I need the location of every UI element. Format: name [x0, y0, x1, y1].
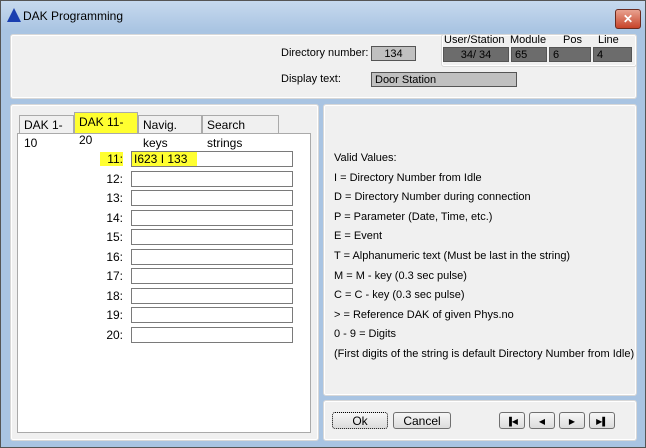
dak-input-16[interactable]: [131, 248, 293, 265]
dak-input-12[interactable]: [131, 170, 293, 187]
dak-row-label: 11:: [100, 152, 123, 166]
line-field: 4: [593, 47, 632, 62]
dak-row-label: 17:: [106, 269, 123, 283]
help-line: E = Event: [334, 230, 383, 243]
dak-row-label: 15:: [106, 230, 123, 244]
user-station-label: User/Station: [444, 34, 505, 46]
tab-search-strings[interactable]: Search strings: [202, 115, 279, 150]
title-bar: DAK Programming: [1, 1, 645, 31]
window-title: DAK Programming: [23, 9, 124, 23]
dak-input-20[interactable]: [131, 326, 293, 343]
dak-input-19[interactable]: [131, 307, 293, 323]
dak-row-label: 16:: [106, 249, 123, 264]
help-line: (First digits of the string is default D…: [334, 348, 635, 360]
help-line: Valid Values:: [334, 152, 397, 164]
help-line: M = M - key (0.3 sec pulse): [334, 269, 467, 282]
cancel-button[interactable]: Cancel: [393, 412, 451, 429]
tab-dak-11-20[interactable]: DAK 11-20: [74, 112, 138, 147]
display-text-field: Door Station: [371, 72, 517, 87]
first-record-button[interactable]: ▐◀: [499, 412, 525, 429]
dak-input-11[interactable]: I623 I 133: [131, 151, 293, 167]
pos-field: 6: [549, 47, 591, 62]
dak-input-15[interactable]: [131, 229, 293, 245]
app-logo-icon: [7, 8, 21, 22]
module-label: Module: [510, 34, 547, 46]
dak-row-label: 12:: [106, 171, 123, 186]
dak-input-14[interactable]: [131, 209, 293, 226]
display-text-label: Display text:: [281, 73, 341, 85]
line-label: Line: [598, 34, 619, 46]
dak-row-label: 18:: [106, 288, 123, 303]
help-line: D = Directory Number during connection: [334, 191, 531, 204]
help-line: 0 - 9 = Digits: [334, 328, 397, 341]
help-line: I = Directory Number from Idle: [334, 171, 482, 184]
dak-input-17[interactable]: [131, 268, 293, 284]
module-field: 65: [511, 47, 547, 62]
directory-number-label: Directory number:: [281, 47, 369, 59]
dak-row-label: 13:: [106, 191, 123, 205]
user-station-field: 34/ 34: [443, 47, 509, 62]
next-record-button[interactable]: ▶: [559, 412, 585, 429]
dak-row-label: 20:: [106, 327, 123, 342]
close-button[interactable]: ✕: [615, 9, 641, 29]
dak-row-label: 19:: [106, 308, 123, 322]
help-line: C = C - key (0.3 sec pulse): [334, 289, 465, 302]
dak-input-13[interactable]: [131, 190, 293, 206]
help-line: T = Alphanumeric text (Must be last in t…: [334, 250, 571, 262]
dak-input-18[interactable]: [131, 287, 293, 304]
help-line: P = Parameter (Date, Time, etc.): [334, 210, 493, 223]
directory-number-field: 134: [371, 46, 416, 61]
dak-row-label: 14:: [106, 210, 123, 225]
tab-navig-keys[interactable]: Navig. keys: [138, 115, 202, 150]
pos-label: Pos: [563, 34, 582, 46]
tab-dak-1-10[interactable]: DAK 1-10: [19, 115, 74, 150]
help-line: > = Reference DAK of given Phys.no: [334, 308, 514, 321]
ok-button[interactable]: Ok: [332, 412, 388, 429]
last-record-button[interactable]: ▶▌: [589, 412, 615, 429]
previous-record-button[interactable]: ◀: [529, 412, 555, 429]
